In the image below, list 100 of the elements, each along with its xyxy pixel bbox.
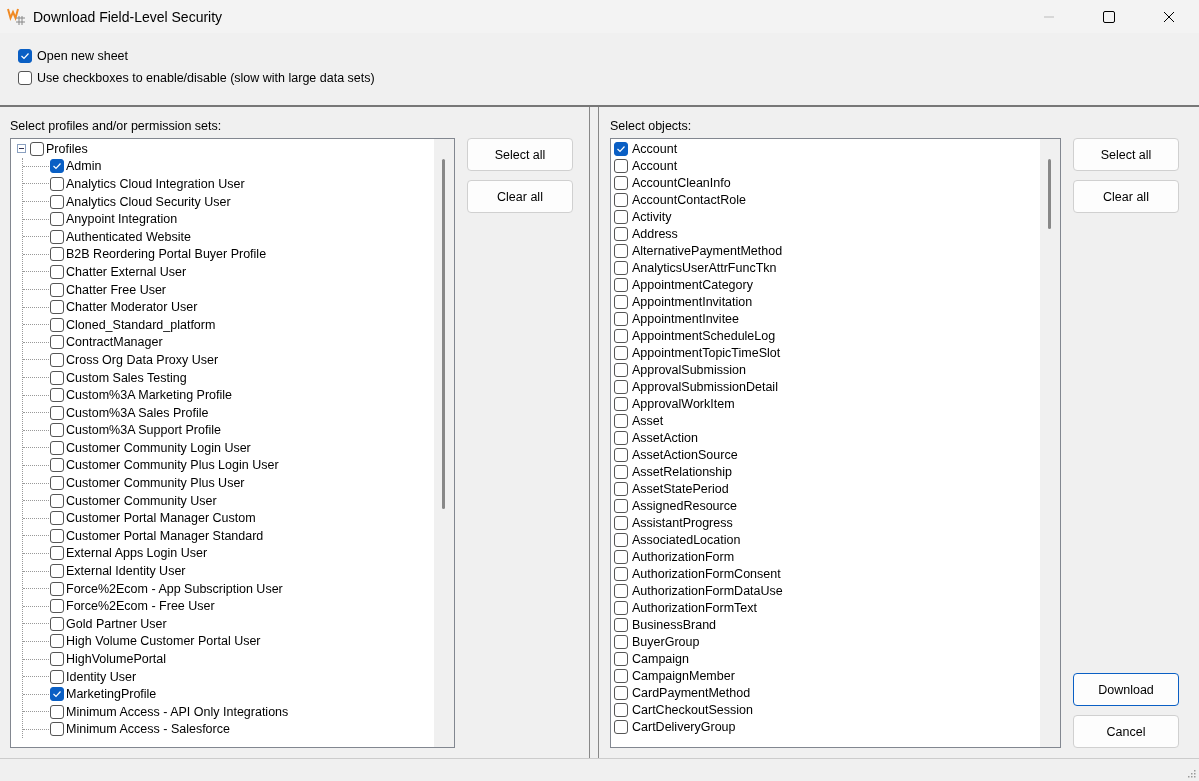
checkbox[interactable] xyxy=(50,687,64,702)
tree-item[interactable]: Chatter Free User xyxy=(66,282,167,297)
checkbox[interactable] xyxy=(50,247,64,262)
list-item[interactable]: CartDeliveryGroup xyxy=(632,719,736,734)
checkbox[interactable] xyxy=(614,396,628,411)
tree-item[interactable]: Minimum Access - Salesforce xyxy=(66,722,230,737)
list-item[interactable]: CampaignMember xyxy=(632,668,735,683)
checkbox[interactable] xyxy=(50,352,64,367)
tree-item[interactable]: B2B Reordering Portal Buyer Profile xyxy=(66,247,267,262)
list-item[interactable]: ApprovalSubmission xyxy=(632,362,746,377)
tree-item[interactable]: High Volume Customer Portal User xyxy=(66,634,261,649)
list-item[interactable]: AssetActionSource xyxy=(632,447,738,462)
checkbox[interactable] xyxy=(614,260,628,275)
checkbox[interactable] xyxy=(614,430,628,445)
select-button[interactable]: Select all xyxy=(467,138,573,171)
list-item[interactable]: AnalyticsUserAttrFuncTkn xyxy=(632,260,777,275)
checkbox[interactable] xyxy=(50,282,64,297)
checkbox[interactable] xyxy=(50,212,64,227)
checkbox[interactable] xyxy=(614,362,628,377)
checkbox[interactable] xyxy=(614,532,628,547)
checkbox[interactable] xyxy=(614,702,628,717)
list-item[interactable]: AssetAction xyxy=(632,430,698,445)
checkbox[interactable] xyxy=(614,226,628,241)
list-item[interactable]: AssetRelationship xyxy=(632,464,733,479)
list-item[interactable]: AuthorizationFormConsent xyxy=(632,566,781,581)
list-item[interactable]: AccountContactRole xyxy=(632,192,746,207)
tree-item[interactable]: Profiles xyxy=(46,141,88,156)
dialog-button[interactable]: Cancel xyxy=(1073,715,1179,748)
list-item[interactable]: Campaign xyxy=(632,651,689,666)
checkbox[interactable] xyxy=(50,300,64,315)
checkbox[interactable] xyxy=(614,464,628,479)
checkbox[interactable] xyxy=(50,493,64,508)
checkbox[interactable] xyxy=(50,511,64,526)
list-item[interactable]: Activity xyxy=(632,209,672,224)
tree-item[interactable]: Chatter Moderator User xyxy=(66,300,198,315)
checkbox[interactable] xyxy=(50,317,64,332)
checkbox[interactable] xyxy=(614,328,628,343)
resize-grip-icon[interactable] xyxy=(1186,768,1196,778)
dialog-button[interactable]: Download xyxy=(1073,673,1179,706)
list-item[interactable]: BusinessBrand xyxy=(632,617,717,632)
tree-item[interactable]: Force%2Ecom - App Subscription User xyxy=(66,581,283,596)
tree-item[interactable]: Anypoint Integration xyxy=(66,212,178,227)
checkbox[interactable] xyxy=(50,229,64,244)
list-item[interactable]: Address xyxy=(632,226,678,241)
tree-item[interactable]: Customer Community User xyxy=(66,493,217,508)
tree-item[interactable]: ContractManager xyxy=(66,335,163,350)
tree-item[interactable]: Custom%3A Support Profile xyxy=(66,423,221,438)
checkbox[interactable] xyxy=(50,652,64,666)
list-item[interactable]: Account xyxy=(632,158,678,173)
list-item[interactable]: BuyerGroup xyxy=(632,634,700,649)
tree-item[interactable]: Analytics Cloud Security User xyxy=(66,194,231,209)
list-item[interactable]: CardPaymentMethod xyxy=(632,685,751,700)
checkbox[interactable] xyxy=(50,616,64,631)
checkbox[interactable] xyxy=(614,158,628,173)
checkbox[interactable] xyxy=(50,528,64,543)
checkbox[interactable] xyxy=(614,498,628,513)
tree-item[interactable]: Customer Community Plus User xyxy=(66,476,245,491)
checkbox[interactable] xyxy=(50,476,64,491)
list-item[interactable]: AppointmentCategory xyxy=(632,277,753,292)
checkbox[interactable] xyxy=(50,546,64,561)
checkbox[interactable] xyxy=(614,719,628,734)
tree-item[interactable]: Customer Community Login User xyxy=(66,440,251,455)
scrollbar-thumb[interactable] xyxy=(1048,159,1051,229)
list-item[interactable]: ApprovalSubmissionDetail xyxy=(632,379,778,394)
checkbox[interactable] xyxy=(50,159,64,174)
checkbox[interactable] xyxy=(614,549,628,564)
tree-item[interactable]: Customer Portal Manager Standard xyxy=(66,528,264,543)
list-item[interactable]: AuthorizationForm xyxy=(632,549,735,564)
checkbox[interactable] xyxy=(614,583,628,598)
checkbox[interactable] xyxy=(614,294,628,309)
collapse-icon[interactable] xyxy=(17,144,28,154)
checkbox[interactable] xyxy=(614,447,628,462)
list-item[interactable]: AppointmentTopicTimeSlot xyxy=(632,345,781,360)
list-item[interactable]: AppointmentScheduleLog xyxy=(632,328,776,343)
checkbox[interactable] xyxy=(614,481,628,496)
list-item[interactable]: AlternativePaymentMethod xyxy=(632,243,783,258)
list-item[interactable]: Account xyxy=(632,141,678,156)
checkbox[interactable] xyxy=(50,194,64,209)
tree-item[interactable]: External Identity User xyxy=(66,564,186,579)
scrollbar-thumb[interactable] xyxy=(442,159,445,509)
tree-item[interactable]: External Apps Login User xyxy=(66,546,208,561)
checkbox[interactable] xyxy=(614,600,628,615)
checkbox[interactable] xyxy=(614,192,628,207)
checkbox[interactable] xyxy=(30,141,44,156)
checkbox[interactable] xyxy=(50,423,64,438)
checkbox[interactable] xyxy=(50,388,64,403)
list-item[interactable]: ApprovalWorkItem xyxy=(632,396,735,411)
checkbox[interactable] xyxy=(18,49,32,63)
tree-item[interactable]: Custom Sales Testing xyxy=(66,370,187,385)
list-item[interactable]: AppointmentInvitee xyxy=(632,311,739,326)
checkbox[interactable] xyxy=(50,669,64,684)
checkbox[interactable] xyxy=(614,566,628,581)
checkbox[interactable] xyxy=(614,141,628,156)
checkbox[interactable] xyxy=(50,564,64,579)
checkbox[interactable] xyxy=(50,581,64,596)
checkbox[interactable] xyxy=(614,277,628,292)
checkbox[interactable] xyxy=(50,335,64,350)
list-item[interactable]: AuthorizationFormText xyxy=(632,600,758,615)
checkbox[interactable] xyxy=(50,599,64,614)
list-item[interactable]: AppointmentInvitation xyxy=(632,294,753,309)
